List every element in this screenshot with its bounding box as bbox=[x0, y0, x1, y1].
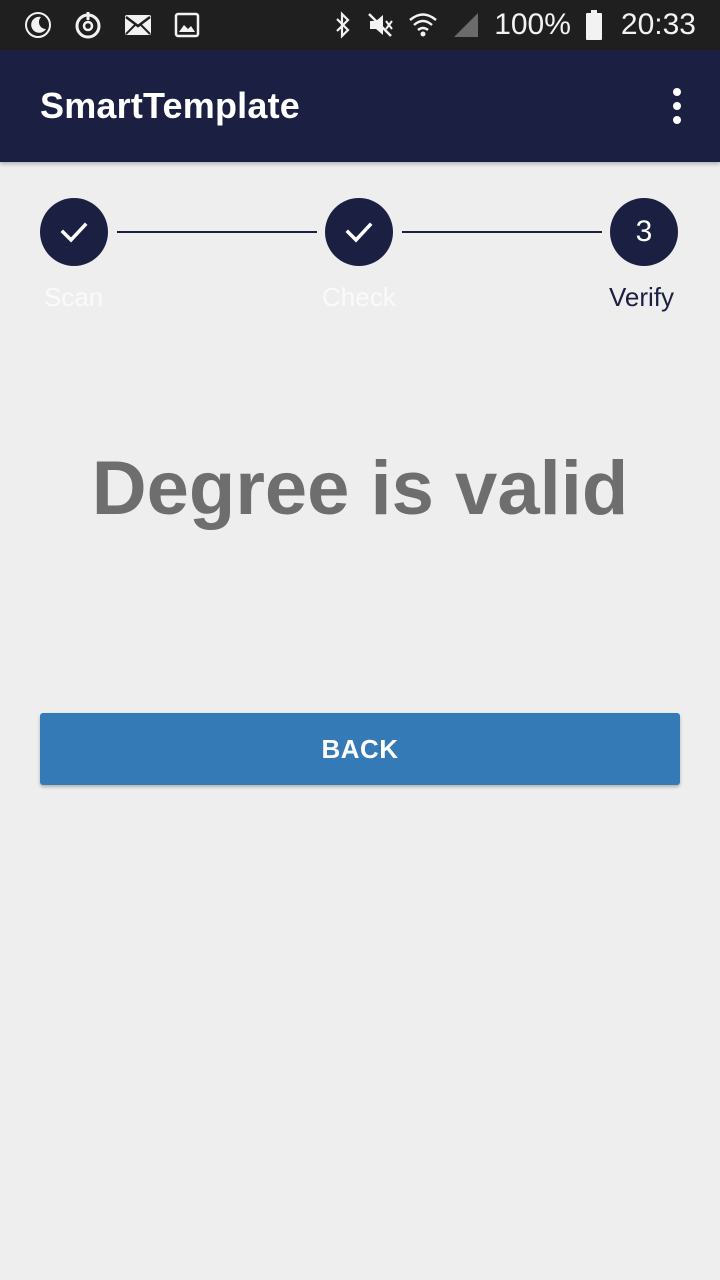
image-icon bbox=[174, 12, 200, 38]
step-label-verify: Verify bbox=[609, 282, 675, 312]
step-label-scan: Scan bbox=[44, 282, 104, 312]
step-verify-circle: 3 bbox=[610, 198, 678, 266]
menu-dot bbox=[673, 88, 681, 96]
check-icon bbox=[60, 222, 88, 243]
result-message: Degree is valid bbox=[91, 446, 629, 531]
app-title: SmartTemplate bbox=[40, 85, 301, 126]
menu-dot bbox=[673, 102, 681, 110]
stepper: 3 Scan Check Verify bbox=[0, 196, 720, 326]
step-label-check: Check bbox=[322, 282, 396, 312]
step-connector bbox=[117, 231, 317, 233]
data-saver-icon bbox=[74, 11, 102, 39]
status-right: 100% 20:33 bbox=[320, 8, 696, 42]
battery-percent: 100% bbox=[494, 8, 571, 41]
overflow-menu-icon[interactable] bbox=[662, 86, 692, 126]
check-icon bbox=[345, 222, 373, 243]
back-button[interactable]: BACK bbox=[40, 713, 680, 785]
step-connector bbox=[402, 231, 602, 233]
wifi-icon bbox=[408, 11, 438, 39]
battery-icon bbox=[585, 10, 603, 40]
moon-icon bbox=[24, 11, 52, 39]
mail-icon bbox=[124, 14, 152, 36]
status-left bbox=[24, 11, 222, 39]
bluetooth-icon bbox=[334, 11, 352, 39]
app-bar: SmartTemplate bbox=[0, 50, 720, 162]
menu-dot bbox=[673, 116, 681, 124]
signal-icon bbox=[452, 11, 480, 39]
status-bar: 100% 20:33 bbox=[0, 0, 720, 50]
step-scan-circle bbox=[40, 198, 108, 266]
step-check-circle bbox=[325, 198, 393, 266]
status-time: 20:33 bbox=[620, 8, 696, 41]
mute-icon bbox=[366, 11, 394, 39]
